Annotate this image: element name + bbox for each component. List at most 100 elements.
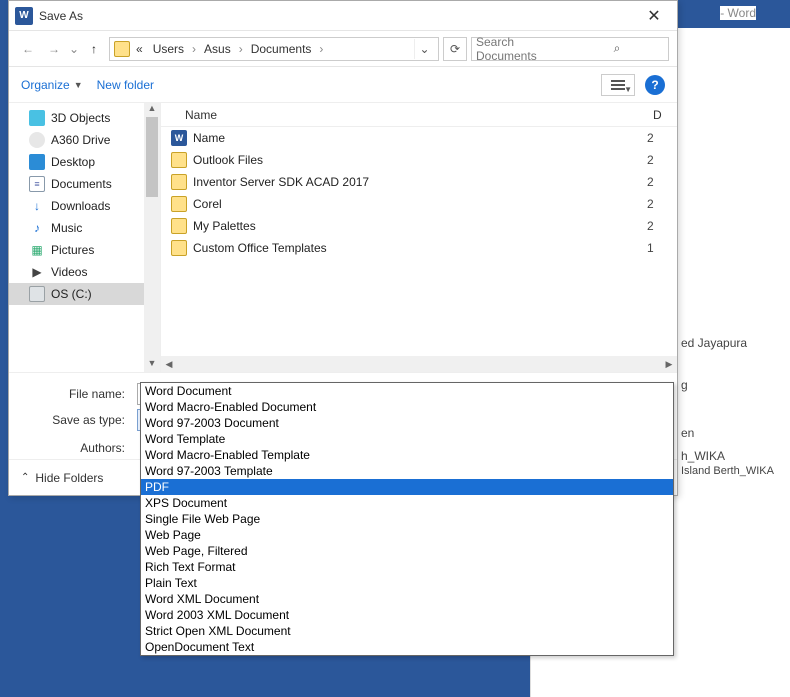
save-as-type-dropdown[interactable]: Word DocumentWord Macro-Enabled Document…	[140, 382, 674, 656]
backdrop-text: ed Jayapura	[681, 336, 747, 350]
help-button[interactable]: ?	[645, 75, 665, 95]
docs-icon	[29, 176, 45, 192]
up-button[interactable]: ↑	[83, 38, 105, 60]
refresh-button[interactable]: ⟳	[443, 37, 467, 61]
scroll-up-icon[interactable]: ▲	[144, 103, 160, 117]
file-row[interactable]: Outlook Files 2	[161, 149, 677, 171]
3d-icon	[29, 110, 45, 126]
scroll-thumb[interactable]	[146, 117, 158, 197]
chevron-right-icon: ›	[317, 42, 325, 56]
backdrop-text: g	[681, 378, 688, 392]
tree-item-music[interactable]: Music	[9, 217, 160, 239]
file-date-fragment: 2	[647, 153, 671, 167]
navigation-bar: ← → ⌄ ↑ « Users › Asus › Documents › ⌄ ⟳…	[9, 31, 677, 67]
backdrop-text: en	[681, 426, 694, 440]
view-options-button[interactable]: ▼	[601, 74, 635, 96]
column-headers: Name D	[161, 103, 677, 127]
file-row[interactable]: Custom Office Templates1	[161, 237, 677, 259]
view-icon	[611, 79, 625, 91]
back-button[interactable]: ←	[17, 38, 39, 60]
tree-item-label: Pictures	[51, 243, 94, 257]
type-option[interactable]: Web Page, Filtered	[141, 543, 673, 559]
type-option[interactable]: Word 97-2003 Document	[141, 415, 673, 431]
type-option[interactable]: Word Macro-Enabled Document	[141, 399, 673, 415]
tree-item-label: Documents	[51, 177, 112, 191]
tree-scrollbar[interactable]: ▲ ▼	[144, 103, 160, 372]
horizontal-scrollbar[interactable]: ◀ ▶	[161, 356, 677, 372]
word-file-icon: W	[171, 130, 187, 146]
folder-icon	[171, 218, 187, 234]
search-input[interactable]: Search Documents ⌕	[471, 37, 669, 61]
type-option[interactable]: Word 2003 XML Document	[141, 607, 673, 623]
tree-item-label: Music	[51, 221, 82, 235]
forward-button[interactable]: →	[43, 38, 65, 60]
tree-item-a360-drive[interactable]: A360 Drive	[9, 129, 160, 151]
tree-item-label: 3D Objects	[51, 111, 110, 125]
type-option[interactable]: Plain Text	[141, 575, 673, 591]
new-folder-button[interactable]: New folder	[97, 78, 154, 92]
chevron-down-icon: ▼	[624, 85, 632, 94]
column-header-date[interactable]: D	[653, 108, 677, 122]
scroll-down-icon[interactable]: ▼	[144, 358, 160, 372]
file-name: Name	[193, 131, 641, 145]
tree-item-pictures[interactable]: Pictures	[9, 239, 160, 261]
file-name-label: File name:	[19, 387, 131, 401]
type-option[interactable]: XPS Document	[141, 495, 673, 511]
tree-item-desktop[interactable]: Desktop	[9, 151, 160, 173]
folder-icon	[171, 240, 187, 256]
organize-menu[interactable]: Organize ▼	[21, 78, 83, 92]
file-row[interactable]: My Palettes2	[161, 215, 677, 237]
tree-item-videos[interactable]: Videos	[9, 261, 160, 283]
desk-icon	[29, 154, 45, 170]
folder-icon	[171, 174, 187, 190]
type-option[interactable]: PDF	[141, 479, 673, 495]
file-name: Outlook Files	[193, 153, 641, 167]
disk-icon	[29, 286, 45, 302]
dialog-titlebar: W Save As ✕	[9, 1, 677, 31]
address-dropdown-icon[interactable]: ⌄	[414, 39, 434, 59]
file-row[interactable]: Corel2	[161, 193, 677, 215]
music-icon	[29, 220, 45, 236]
column-header-name[interactable]: Name	[185, 108, 653, 122]
breadcrumb-item[interactable]: Asus	[200, 42, 235, 56]
type-option[interactable]: Word Template	[141, 431, 673, 447]
chevron-down-icon: ▼	[74, 80, 83, 90]
file-row[interactable]: WName2	[161, 127, 677, 149]
address-bar[interactable]: « Users › Asus › Documents › ⌄	[109, 37, 439, 61]
breadcrumb-item[interactable]: Users	[149, 42, 188, 56]
tree-item-label: OS (C:)	[51, 287, 92, 301]
close-button[interactable]: ✕	[631, 1, 677, 30]
scroll-left-icon[interactable]: ◀	[161, 359, 177, 370]
type-option[interactable]: Word 97-2003 Template	[141, 463, 673, 479]
type-option[interactable]: Strict Open XML Document	[141, 623, 673, 639]
breadcrumb-item[interactable]: Documents	[247, 42, 316, 56]
hide-folders-button[interactable]: ⌃ Hide Folders	[21, 471, 103, 485]
scroll-right-icon[interactable]: ▶	[661, 359, 677, 370]
a360-icon	[29, 132, 45, 148]
tree-item-label: Videos	[51, 265, 87, 279]
folder-icon	[171, 152, 187, 168]
type-option[interactable]: Single File Web Page	[141, 511, 673, 527]
file-date-fragment: 2	[647, 219, 671, 233]
search-icon: ⌕	[570, 41, 664, 56]
vid-icon	[29, 264, 45, 280]
chevron-right-icon: ›	[190, 42, 198, 56]
pic-icon	[29, 242, 45, 258]
breadcrumb-lead[interactable]: «	[132, 42, 147, 56]
tree-item-3d-objects[interactable]: 3D Objects	[9, 107, 160, 129]
tree-item-label: Downloads	[51, 199, 110, 213]
type-option[interactable]: Word XML Document	[141, 591, 673, 607]
tree-item-label: A360 Drive	[51, 133, 110, 147]
tree-item-os-c-[interactable]: OS (C:)	[9, 283, 160, 305]
type-option[interactable]: Word Macro-Enabled Template	[141, 447, 673, 463]
type-option[interactable]: Word Document	[141, 383, 673, 399]
search-placeholder: Search Documents	[476, 35, 570, 63]
type-option[interactable]: OpenDocument Text	[141, 639, 673, 655]
file-date-fragment: 2	[647, 197, 671, 211]
type-option[interactable]: Rich Text Format	[141, 559, 673, 575]
tree-item-documents[interactable]: Documents	[9, 173, 160, 195]
history-dropdown-icon[interactable]: ⌄	[69, 42, 79, 56]
tree-item-downloads[interactable]: Downloads	[9, 195, 160, 217]
type-option[interactable]: Web Page	[141, 527, 673, 543]
file-row[interactable]: Inventor Server SDK ACAD 20172	[161, 171, 677, 193]
